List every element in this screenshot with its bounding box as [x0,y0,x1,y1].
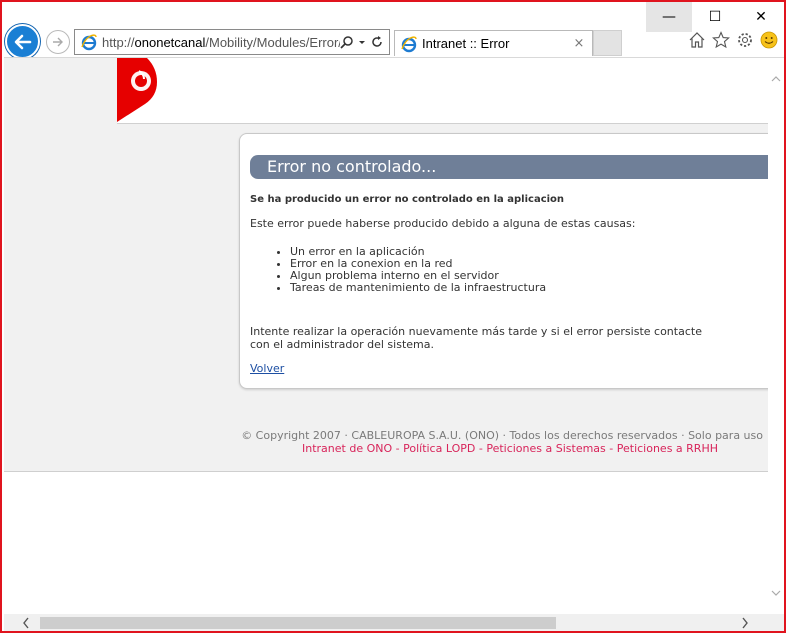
error-intro: Este error puede haberse producido debid… [250,217,636,230]
browser-window: — ☐ ✕ http://ononetcanal/Mobility/Module… [0,0,786,633]
scroll-right-icon[interactable] [740,617,750,629]
footer-link-lopd[interactable]: Política LOPD [403,442,475,455]
footer-links: Intranet de ONO - Política LOPD - Petici… [302,442,718,455]
search-icon[interactable] [340,35,354,49]
error-subtitle: Se ha producido un error no controlado e… [250,194,565,205]
vertical-scrollbar[interactable] [768,58,784,614]
back-arrow-icon [14,34,31,49]
new-tab-button[interactable] [593,30,622,56]
url-prefix: http:// [102,34,135,50]
scroll-up-icon[interactable] [771,74,781,84]
forward-button[interactable] [46,30,70,54]
maximize-button[interactable]: ☐ [692,2,738,32]
scroll-down-icon[interactable] [771,588,781,598]
tab-intranet-error[interactable]: Intranet :: Error × [394,30,593,56]
url-path: /Mobility/Modules/Error/ [205,34,340,50]
close-button[interactable]: ✕ [738,2,784,32]
back-link[interactable]: Volver [250,362,284,375]
horizontal-scroll-thumb[interactable] [40,617,556,629]
copyright-text: © Copyright 2007 · CABLEUROPA S.A.U. (ON… [241,429,763,442]
ie-logo-icon [81,34,97,51]
causes-list: Un error en la aplicación Error en la co… [250,246,750,294]
home-icon[interactable] [688,31,706,49]
site-logo [117,58,161,124]
star-icon[interactable] [712,31,730,49]
link-separator: - [392,442,404,455]
address-bar[interactable]: http://ononetcanal/Mobility/Modules/Erro… [74,29,390,55]
footnote-line: Intente realizar la operación nuevamente… [250,325,702,338]
footer-link-intranet[interactable]: Intranet de ONO [302,442,392,455]
panel-body: Se ha producido un error no controlado e… [250,194,750,375]
url-text[interactable]: http://ononetcanal/Mobility/Modules/Erro… [102,35,340,50]
horizontal-scrollbar[interactable] [4,614,768,631]
link-separator: - [605,442,617,455]
footnote-line: con el administrador del sistema. [250,338,434,351]
tab-title: Intranet :: Error [422,36,510,51]
back-button[interactable] [5,24,40,59]
refresh-icon[interactable] [370,35,384,49]
dropdown-icon[interactable] [358,35,366,49]
smiley-icon[interactable] [760,31,778,49]
page-viewport: Error no controlado... Se ha producido u… [4,58,768,614]
vodafone-logo-icon [117,58,157,122]
footer-link-sistemas[interactable]: Peticiones a Sistemas [486,442,605,455]
url-host: ononetcanal [134,34,206,50]
error-panel: Error no controlado... Se ha producido u… [239,133,768,389]
gear-icon[interactable] [736,31,754,49]
ie-logo-icon [401,35,417,52]
list-item: Tareas de mantenimiento de la infraestru… [290,282,750,294]
window-controls: — ☐ ✕ [646,2,784,32]
minimize-button[interactable]: — [646,2,692,32]
panel-title: Error no controlado... [250,155,768,179]
error-footnote: Intente realizar la operación nuevamente… [250,325,750,351]
tab-close-button[interactable]: × [570,36,588,51]
site-header [117,58,768,124]
scrollbar-corner [768,614,784,631]
forward-arrow-icon [53,37,63,47]
link-separator: - [475,442,487,455]
scroll-left-icon[interactable] [21,617,31,629]
footer-link-rrhh[interactable]: Peticiones a RRHH [617,442,718,455]
page-bottom-divider [4,471,768,472]
